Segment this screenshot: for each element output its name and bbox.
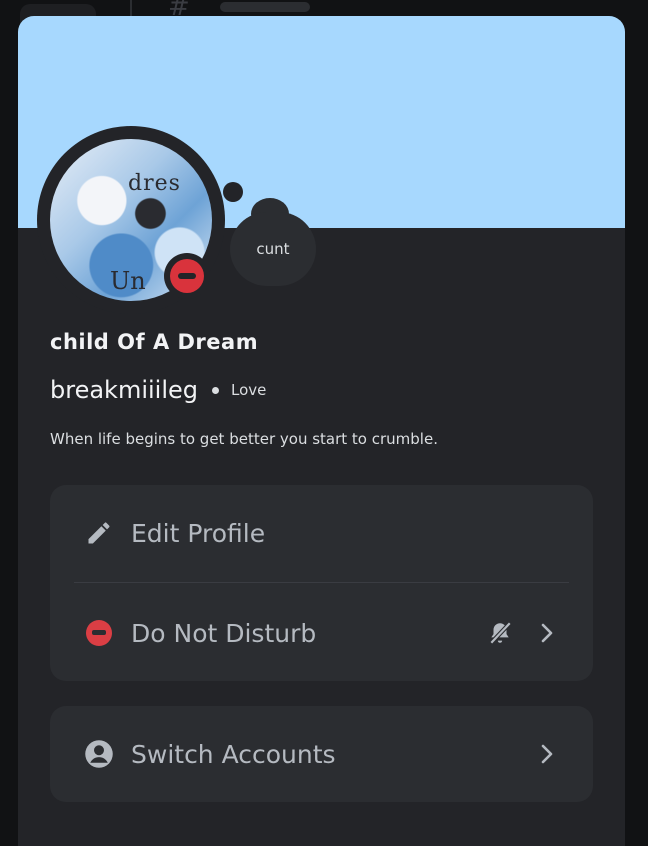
display-name: child Of A Dream (50, 330, 259, 354)
edit-profile-label: Edit Profile (131, 518, 266, 548)
custom-status-text: cunt (256, 240, 290, 258)
bell-muted-icon (489, 621, 512, 645)
thought-bubble-dot (223, 182, 243, 202)
status-label: Do Not Disturb (131, 618, 317, 648)
switch-accounts-button[interactable]: Switch Accounts (50, 706, 593, 802)
custom-status-bubble[interactable]: cunt (230, 212, 316, 286)
pencil-icon (84, 518, 114, 548)
edit-profile-button[interactable]: Edit Profile (50, 485, 593, 581)
profile-actions-card: Edit Profile Do Not Disturb (50, 485, 593, 681)
switch-accounts-label: Switch Accounts (131, 739, 336, 769)
status-selector-button[interactable]: Do Not Disturb (50, 585, 593, 681)
bio-text: When life begins to get better you start… (50, 430, 438, 448)
background-channel-name (220, 2, 310, 12)
dnd-icon (84, 618, 114, 648)
separator-dot (212, 386, 219, 394)
chevron-right-icon (541, 623, 553, 643)
status-indicator (164, 253, 210, 299)
pronouns: Love (231, 381, 267, 399)
avatar-container[interactable]: dres Un (37, 126, 225, 314)
dnd-status-icon (170, 259, 204, 293)
chevron-right-icon (541, 744, 553, 764)
profile-sheet: dres Un cunt child Of A Dream breakmiiil… (18, 16, 625, 846)
switch-accounts-card: Switch Accounts (50, 706, 593, 802)
account-circle-icon (84, 739, 114, 769)
avatar-artwork-text-bottom: Un (110, 267, 146, 295)
username-row: breakmiiileg Love (50, 376, 266, 404)
divider (74, 582, 569, 583)
avatar-artwork-text: dres (128, 171, 181, 196)
background-divider (130, 0, 132, 16)
username: breakmiiileg (50, 376, 198, 404)
